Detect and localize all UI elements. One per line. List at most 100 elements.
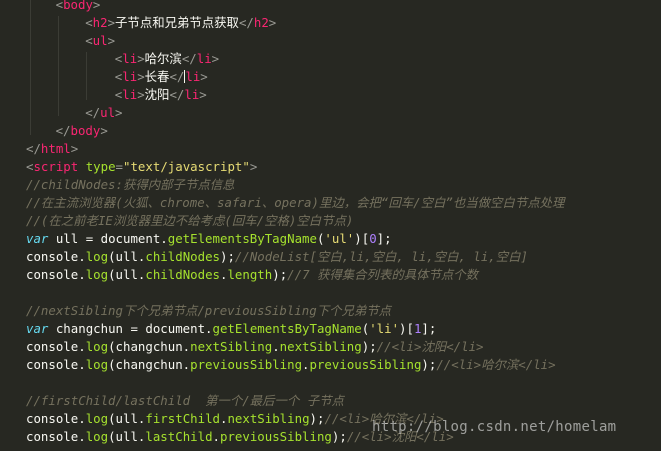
code-token: > [249,159,258,174]
code-line[interactable]: //firstChild/lastChild 第一个/最后一个 子节点 [26,392,344,410]
code-line[interactable]: </ul> [85,104,122,122]
code-token: (ull. [108,411,146,426]
code-token: getElementsByTagName [212,321,362,336]
code-line[interactable]: //nextSibling下个兄弟节点/previousSibling下个兄弟节… [26,302,391,320]
code-token: </ [55,123,71,138]
code-token: console. [26,357,86,372]
code-line[interactable]: //childNodes:获得内部子节点信息 [26,176,235,194]
code-token: li [185,69,201,84]
code-token: > [107,33,116,48]
code-token: nextSibling [227,411,310,426]
code-token: 沈阳 [144,87,170,102]
code-token: 哈尔滨 [144,51,182,66]
code-token: ull = document. [48,231,168,246]
code-token: < [55,0,64,12]
code-token: childNodes [145,249,220,264]
code-token: console. [26,411,86,426]
code-line[interactable]: </body> [56,122,108,140]
code-token: console. [26,339,86,354]
code-token: html [40,141,71,156]
code-token: > [107,15,116,30]
code-line[interactable]: <script type="text/javascript"> [26,158,257,176]
code-token: 'ul' [324,231,355,246]
code-token: ul [100,105,116,120]
code-token: "text/javascript" [123,159,250,174]
code-token: console. [26,429,86,444]
code-line[interactable]: var changchun = document.getElementsByTa… [26,320,436,338]
indent-guide [86,52,87,100]
code-token: //(在之前老IE浏览器里边不给考虑(回车/空格)空白节点) [26,213,354,228]
code-token: )[ [354,231,370,246]
code-token: (ull. [108,267,146,282]
code-line[interactable]: <li>哈尔滨</li> [115,50,219,68]
code-token: //7 获得集合列表的具体节点个数 [287,267,479,282]
code-token: > [137,69,145,84]
code-token: changchun = document. [48,321,213,336]
code-token: . [302,357,310,372]
code-token: getElementsByTagName [167,231,317,246]
code-token: (changchun. [108,339,191,354]
code-token: > [92,0,101,12]
code-token: ul [92,33,108,48]
code-token: ); [421,357,437,372]
code-token: )[ [399,321,414,336]
code-token: 长春 [144,69,170,84]
code-line[interactable]: console.log(changchun.nextSibling.nextSi… [26,338,484,356]
code-token: 子节点和兄弟节点获取 [115,15,239,30]
code-token: h2 [253,15,269,30]
code-token: 0 [369,231,377,246]
code-token: //nextSibling下个兄弟节点/previousSibling下个兄弟节… [26,303,392,318]
code-token: ); [331,429,347,444]
code-token: </ [85,105,101,120]
code-token: //<li>哈尔滨</li> [436,357,556,372]
code-token: ]; [421,321,437,336]
code-line[interactable]: //(在之前老IE浏览器里边不给考虑(回车/空格)空白节点) [26,212,353,230]
code-token: body [63,0,93,12]
code-line[interactable]: console.log(ull.childNodes.length);//7 获… [26,266,478,284]
code-token: > [70,141,79,156]
code-token: childNodes [145,267,220,282]
code-token: li [196,51,212,66]
watermark: http://blog.csdn.net/homelam [372,419,617,435]
code-token: 'li' [369,321,400,336]
indent-guide [58,16,59,116]
code-line[interactable]: //在主流浏览器(火狐、chrome、safari、opera)里边，会把“回车… [26,194,564,212]
code-token: < [85,33,93,48]
code-line[interactable]: <li>沈阳</li> [115,86,207,104]
code-token: log [85,429,109,444]
code-editor[interactable]: <body> <h2>子节点和兄弟节点获取</h2> <ul> <li>哈尔滨</li… [0,0,661,451]
code-token: var [26,231,49,246]
code-token: log [85,339,109,354]
code-token: > [100,123,108,138]
code-line[interactable]: <ul> [85,32,115,50]
code-token: //firstChild/lastChild 第一个/最后一个 子节点 [26,393,344,408]
code-line[interactable]: </html> [26,140,78,158]
code-token: li [122,69,138,84]
code-line[interactable]: console.log(ull.childNodes);//NodeList[空… [26,248,528,266]
code-token: ); [309,411,325,426]
code-token: nextSibling [279,339,362,354]
code-token: var [26,321,49,336]
code-token: (changchun. [108,357,191,372]
code-line[interactable]: <h2>子节点和兄弟节点获取</h2> [85,14,276,32]
code-token: console. [26,249,86,264]
code-token: . [272,339,280,354]
code-token: ); [272,267,288,282]
code-token: = [115,159,124,174]
code-line[interactable]: var ull = document.getElementsByTagName(… [26,230,392,248]
code-token: type [85,159,116,174]
code-line[interactable]: <li>长春</li> [115,68,208,86]
code-line[interactable]: console.log(changchun.previousSibling.pr… [26,356,556,374]
code-token: log [85,357,109,372]
code-token: ); [361,339,377,354]
code-line[interactable]: <body> [56,0,101,14]
code-token: previousSibling [309,357,422,372]
code-token: //NodeList[空白,li,空白, li,空白, li,空白] [234,249,529,264]
code-token: ); [220,249,235,264]
code-token: li [122,87,138,102]
code-token: </ [169,69,185,84]
code-token: </ [26,141,41,156]
code-token: nextSibling [190,339,273,354]
code-token: (ull. [108,429,146,444]
